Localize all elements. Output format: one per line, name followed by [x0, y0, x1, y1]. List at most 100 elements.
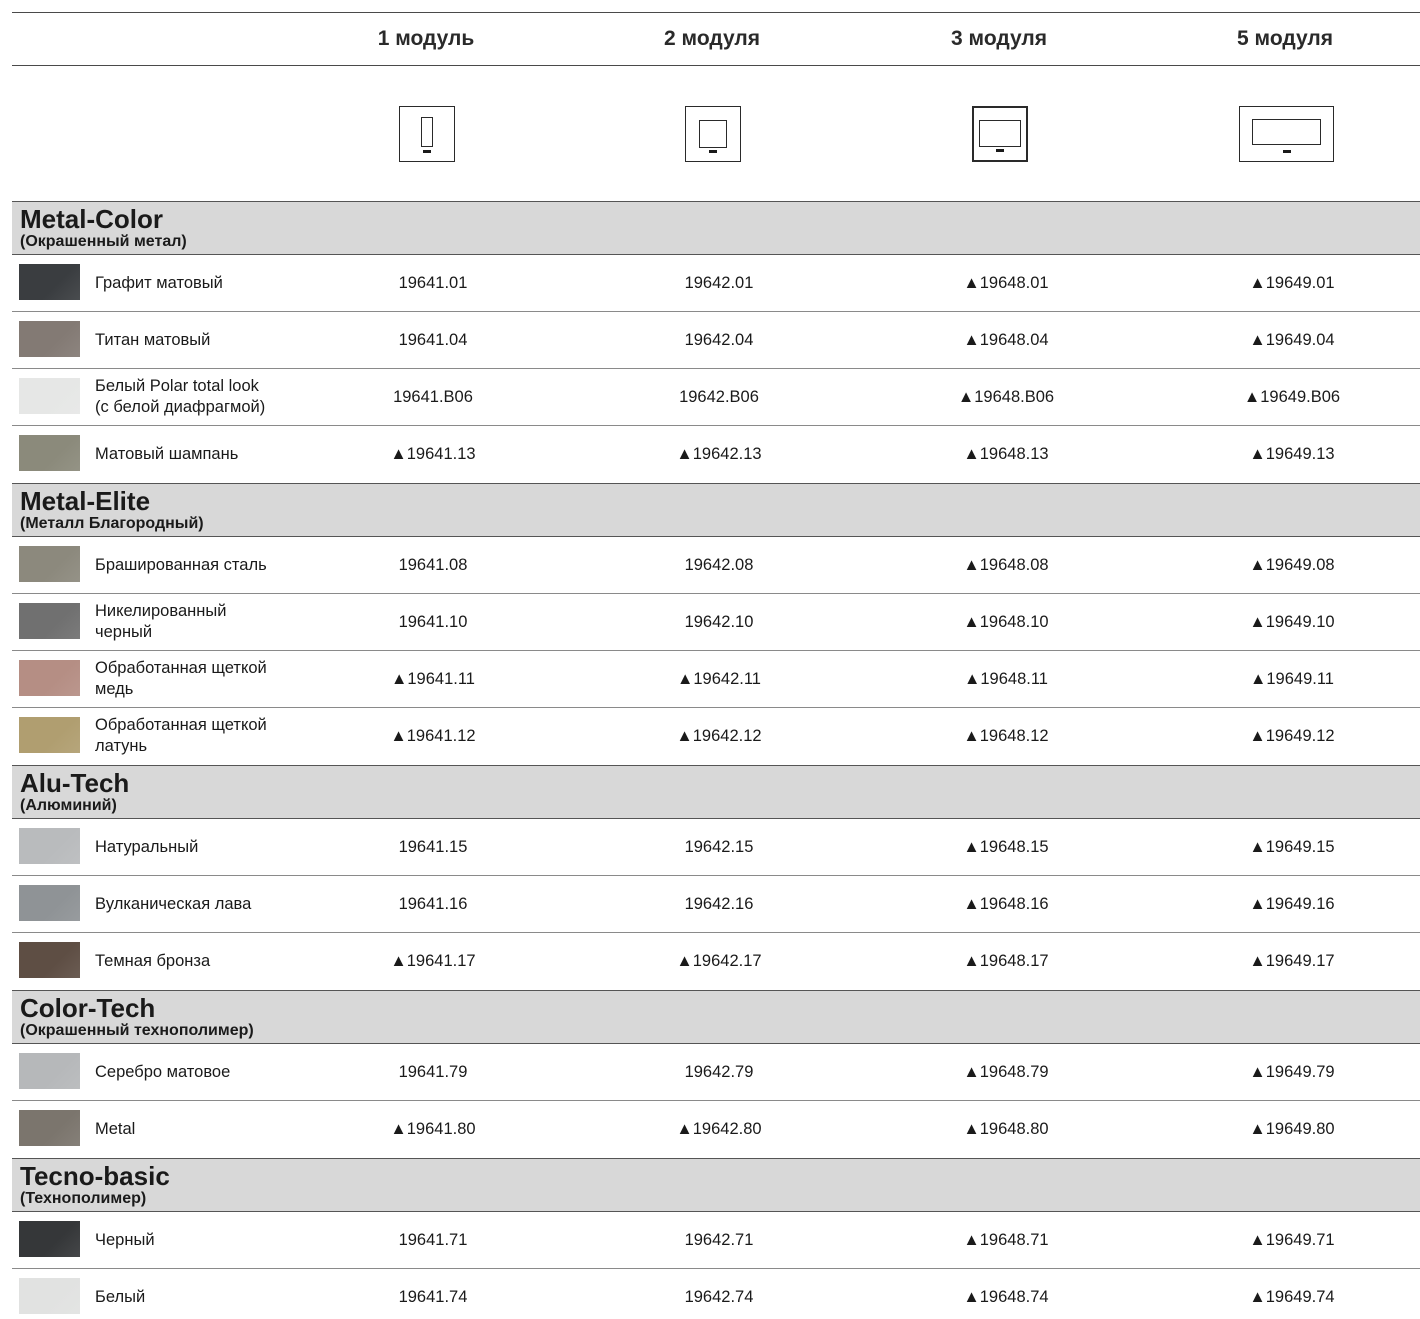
article-code: 19642.79 — [684, 1062, 754, 1081]
article-code: 19642.B06 — [679, 387, 759, 406]
article-code: 19641.71 — [398, 1230, 468, 1249]
section-subtitle: (Окрашенный технополимер) — [20, 1022, 254, 1039]
finish-name: Натуральный — [95, 837, 199, 856]
article-code: ▲19641.12 — [390, 726, 476, 745]
section-subtitle: (Окрашенный метал) — [20, 233, 187, 250]
section-header: Tecno-basic (Технополимер) — [12, 1158, 1420, 1212]
table-row: Обработанная щеткой латунь ▲19641.12 ▲19642… — [12, 708, 1420, 765]
article-code: ▲19649.B06 — [1243, 387, 1341, 406]
article-code: 19641.01 — [398, 273, 468, 292]
article-code: 19642.01 — [684, 273, 754, 292]
section-subtitle: (Металл Благородный) — [20, 515, 204, 532]
color-swatch — [19, 264, 80, 300]
finish-name: Графит матовый — [95, 273, 223, 292]
module-icons-row — [12, 66, 1420, 201]
column-header-3-modules: 3 модуля — [951, 27, 1047, 50]
color-swatch — [19, 1221, 80, 1257]
table-row: Матовый шампань ▲19641.13 ▲19642.13 ▲19648.… — [12, 426, 1420, 483]
section-header: Metal-Elite (Металл Благородный) — [12, 483, 1420, 537]
table-row: Брашированная сталь 19641.08 19642.08 ▲1964… — [12, 537, 1420, 594]
plate-3-module-icon — [972, 106, 1028, 162]
column-header-5-modules: 5 модуля — [1237, 27, 1333, 50]
article-code: ▲19649.10 — [1249, 612, 1335, 631]
finish-name: Белый — [95, 1287, 146, 1306]
article-code: 19642.74 — [684, 1287, 754, 1306]
finish-name: Вулканическая лава — [95, 894, 252, 913]
article-code: ▲19648.12 — [963, 726, 1049, 745]
article-code: 19642.15 — [684, 837, 754, 856]
table-row: Metal ▲19641.80 ▲19642.80 ▲19648.80 ▲19649.8… — [12, 1101, 1420, 1158]
section-title: Metal-Elite — [20, 486, 151, 516]
article-code: ▲19649.17 — [1249, 951, 1335, 970]
section-subtitle: (Алюминий) — [20, 797, 117, 814]
article-code: ▲19641.80 — [390, 1119, 476, 1138]
color-swatch — [19, 435, 80, 471]
article-code: ▲19649.04 — [1249, 330, 1335, 349]
article-code: ▲19642.17 — [676, 951, 762, 970]
column-header-2-modules: 2 модуля — [664, 27, 760, 50]
finish-sections: Metal-Color (Окрашенный метал) Графит мато… — [12, 201, 1420, 1319]
plate-2-module-icon — [685, 106, 741, 162]
article-code: 19642.71 — [684, 1230, 754, 1249]
table-row: Белый Polar total look (с белой диафрагмо… — [12, 369, 1420, 426]
finish-name: Титан матовый — [95, 330, 211, 349]
article-code: ▲19648.13 — [963, 444, 1049, 463]
section-header: Alu-Tech (Алюминий) — [12, 765, 1420, 819]
article-code: ▲19649.15 — [1249, 837, 1335, 856]
table-row: Темная бронза ▲19641.17 ▲19642.17 ▲19648.17… — [12, 933, 1420, 990]
plate-5-module-icon — [1239, 106, 1334, 162]
color-swatch — [19, 828, 80, 864]
finish-name: Брашированная сталь — [95, 555, 267, 574]
color-swatch — [19, 1110, 80, 1146]
article-code: ▲19648.10 — [963, 612, 1049, 631]
section-title: Tecno-basic — [20, 1161, 170, 1191]
article-code: 19642.08 — [684, 555, 754, 574]
color-swatch — [19, 546, 80, 582]
article-code: ▲19648.16 — [963, 894, 1049, 913]
product-table: 1 модуль 2 модуля 3 модуля 5 модуля Meta… — [12, 12, 1420, 1319]
article-code: 19642.10 — [684, 612, 754, 631]
article-code: ▲19648.11 — [964, 669, 1048, 688]
finish-name: Белый Polar total look (с белой диафрагмо… — [95, 377, 266, 416]
article-code: ▲19642.80 — [676, 1119, 762, 1138]
article-code: ▲19641.17 — [390, 951, 476, 970]
finish-name: Темная бронза — [95, 951, 211, 970]
section-header: Color-Tech (Окрашенный технополимер) — [12, 990, 1420, 1044]
article-code: ▲19649.13 — [1249, 444, 1335, 463]
color-swatch — [19, 717, 80, 753]
article-code: ▲19641.13 — [390, 444, 476, 463]
article-code: 19641.B06 — [393, 387, 473, 406]
article-code: 19641.16 — [398, 894, 468, 913]
table-row: Графит матовый 19641.01 19642.01 ▲19648.01 ▲… — [12, 255, 1420, 312]
finish-name: Серебро матовое — [95, 1062, 231, 1081]
color-swatch — [19, 1278, 80, 1314]
color-swatch — [19, 378, 80, 414]
article-code: ▲19649.12 — [1249, 726, 1335, 745]
article-code: 19641.79 — [398, 1062, 468, 1081]
table-row: Вулканическая лава 19641.16 19642.16 ▲19648… — [12, 876, 1420, 933]
table-row: Натуральный 19641.15 19642.15 ▲19648.15 ▲196… — [12, 819, 1420, 876]
article-code: ▲19649.01 — [1249, 273, 1335, 292]
article-code: 19641.08 — [398, 555, 468, 574]
article-code: 19641.04 — [398, 330, 468, 349]
article-code: ▲19642.13 — [676, 444, 762, 463]
article-code: ▲19641.11 — [391, 669, 475, 688]
article-code: ▲19648.01 — [963, 273, 1049, 292]
article-code: ▲19642.12 — [676, 726, 762, 745]
table-row: Белый 19641.74 19642.74 ▲19648.74 ▲19649.74 — [12, 1269, 1420, 1319]
article-code: ▲19649.79 — [1249, 1062, 1335, 1081]
finish-name: Матовый шампань — [95, 444, 239, 463]
article-code: ▲19649.80 — [1249, 1119, 1335, 1138]
color-swatch — [19, 1053, 80, 1089]
table-row: Черный 19641.71 19642.71 ▲19648.71 ▲19649.71 — [12, 1212, 1420, 1269]
article-code: ▲19648.79 — [963, 1062, 1049, 1081]
article-code: ▲19648.B06 — [957, 387, 1055, 406]
column-header-1-module: 1 модуль — [377, 27, 475, 50]
column-header-row: 1 модуль 2 модуля 3 модуля 5 модуля — [12, 12, 1420, 66]
article-code: ▲19649.74 — [1249, 1287, 1335, 1306]
color-swatch — [19, 885, 80, 921]
table-row: Никелированный черный 19641.10 19642.10 ▲196… — [12, 594, 1420, 651]
article-code: ▲19648.71 — [963, 1230, 1049, 1249]
color-swatch — [19, 660, 80, 696]
color-swatch — [19, 321, 80, 357]
